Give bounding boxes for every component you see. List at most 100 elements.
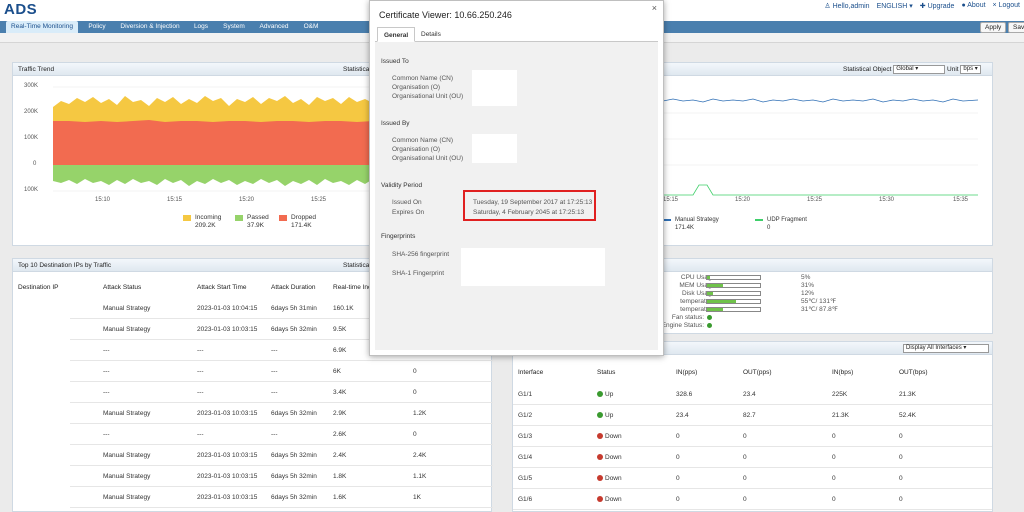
table-row[interactable]: Manual Strategy 2023-01-03 10:03:15 6days … — [70, 403, 493, 424]
language-select[interactable]: ENGLISH ▾ — [877, 2, 913, 10]
cell-extra: 0 — [413, 368, 417, 375]
legend-dropped[interactable]: Dropped 171.4K — [279, 214, 316, 230]
nav-policy[interactable]: Policy — [82, 21, 112, 33]
x-tick: 15:10 — [95, 197, 111, 203]
tab-general[interactable]: General — [377, 27, 416, 42]
table-row[interactable]: G1/6 Down 0 0 0 0 — [513, 489, 992, 510]
cell-out-pps: 0 — [743, 433, 747, 440]
col-in-bps[interactable]: IN(bps) — [832, 367, 853, 379]
cell-status: Manual Strategy — [103, 473, 151, 480]
cell-start: --- — [197, 368, 204, 375]
table-row[interactable]: G1/1 Up 328.6 23.4 225K 21.3K — [513, 384, 992, 405]
cell-out-pps: 0 — [743, 475, 747, 482]
col-out-bps[interactable]: OUT(bps) — [899, 367, 928, 379]
cell-status: Down — [605, 475, 622, 482]
legend-udp-fragment[interactable]: UDP Fragment 0 — [755, 216, 807, 232]
col-destination-ip[interactable]: Destination IP — [18, 282, 58, 294]
cell-status: Down — [605, 496, 622, 503]
cell-in-pps: 0 — [676, 475, 680, 482]
table-row[interactable]: G1/3 Down 0 0 0 0 — [513, 426, 992, 447]
legend-manual-strategy[interactable]: Manual Strategy 171.4K — [663, 216, 719, 232]
user-menu[interactable]: ♙ Hello,admin — [824, 2, 869, 10]
cell-incoming: 6K — [333, 368, 341, 375]
cell-out-bps: 0 — [899, 433, 903, 440]
table-row[interactable]: Manual Strategy 2023-01-03 10:03:15 6days … — [70, 466, 493, 487]
issued-to-ou-label: Organisational Unit (OU) — [392, 93, 464, 100]
about-link[interactable]: ● About — [961, 2, 985, 10]
close-icon[interactable]: × — [652, 3, 657, 13]
temp2-bar — [706, 307, 761, 312]
cell-out-pps: 23.4 — [743, 391, 756, 398]
stat-object-control: Statistical Object Global ▾ Unit bps ▾ — [843, 63, 981, 76]
nav-logs[interactable]: Logs — [188, 21, 214, 33]
col-interface[interactable]: Interface — [518, 367, 543, 379]
col-status[interactable]: Status — [597, 367, 615, 379]
issued-by-values-redacted — [472, 134, 517, 163]
nav-advanced[interactable]: Advanced — [254, 21, 294, 33]
cell-in-pps: 23.4 — [676, 412, 689, 419]
x-tick: 15:30 — [879, 197, 895, 203]
cell-interface: G1/6 — [518, 496, 533, 503]
legend-swatch — [235, 215, 243, 221]
table-row[interactable]: --- --- --- 6K 0 — [70, 361, 493, 382]
legend-swatch — [663, 219, 671, 221]
issued-by-heading: Issued By — [381, 120, 410, 127]
temp1-bar — [706, 299, 761, 304]
legend-passed[interactable]: Passed 37.9K — [235, 214, 269, 230]
traffic-trend-title: Traffic Trend — [18, 66, 55, 73]
interface-filter-select[interactable]: Display All Interfaces ▾ — [903, 344, 989, 353]
cell-incoming: 160.1K — [333, 305, 354, 312]
table-row[interactable]: G1/5 Down 0 0 0 0 — [513, 468, 992, 489]
col-realtime-incoming[interactable]: Real-time Inc — [333, 282, 371, 294]
nav-system[interactable]: System — [218, 21, 250, 33]
logout-link[interactable]: × Logout — [993, 2, 1020, 10]
attack-trend-chart — [663, 98, 978, 196]
upgrade-label: Upgrade — [927, 3, 955, 10]
col-in-pps[interactable]: IN(pps) — [676, 367, 697, 379]
cell-interface: G1/5 — [518, 475, 533, 482]
stat-object-select[interactable]: Global ▾ — [893, 64, 946, 74]
table-row[interactable]: Manual Strategy 2023-01-03 10:03:15 6days … — [70, 445, 493, 466]
cell-extra: 1.2K — [413, 410, 427, 417]
cell-incoming: 9.5K — [333, 326, 347, 333]
issued-to-o-label: Organisation (O) — [392, 84, 441, 91]
col-attack-status[interactable]: Attack Status — [103, 282, 141, 294]
disk-bar — [706, 291, 761, 296]
cell-incoming: 3.4K — [333, 389, 347, 396]
cell-out-pps: 0 — [743, 454, 747, 461]
save-button[interactable]: Save — [1008, 22, 1024, 33]
table-row[interactable]: --- --- --- 3.4K 0 — [70, 382, 493, 403]
col-out-pps[interactable]: OUT(pps) — [743, 367, 772, 379]
cell-status: --- — [103, 389, 110, 396]
table-row[interactable]: Manual Strategy 2023-01-03 10:03:15 6days … — [70, 487, 493, 508]
col-attack-duration[interactable]: Attack Duration — [271, 282, 315, 294]
col-attack-start[interactable]: Attack Start Time — [197, 282, 247, 294]
issued-on-label: Issued On — [392, 199, 422, 206]
unit-select[interactable]: bps ▾ — [960, 64, 981, 74]
cell-duration: 6days 5h 32min — [271, 326, 317, 333]
top-ips-title: Top 10 Destination IPs by Traffic — [18, 262, 112, 269]
table-row[interactable]: G1/2 Up 23.4 82.7 21.3K 52.4K — [513, 405, 992, 426]
cell-in-pps: 0 — [676, 433, 680, 440]
upgrade-link[interactable]: ✚ Upgrade — [920, 2, 955, 10]
cell-start: 2023-01-03 10:03:15 — [197, 473, 258, 480]
temp2-value: 31℃/ 87.8℉ — [801, 306, 838, 313]
cell-out-pps: 0 — [743, 496, 747, 503]
legend-value: 209.2K — [195, 222, 216, 229]
cell-duration: 6days 5h 31min — [271, 305, 317, 312]
legend-incoming[interactable]: Incoming 209.2K — [183, 214, 221, 230]
cell-extra: 0 — [413, 389, 417, 396]
cell-duration: 6days 5h 32min — [271, 494, 317, 501]
nav-diversion-injection[interactable]: Diversion & Injection — [114, 21, 186, 33]
fingerprint-values-redacted — [461, 248, 605, 286]
cell-status: Manual Strategy — [103, 494, 151, 501]
table-row[interactable]: --- --- --- 2.6K 0 — [70, 424, 493, 445]
legend-value: 171.4K — [675, 225, 695, 231]
table-row[interactable]: G1/4 Down 0 0 0 0 — [513, 447, 992, 468]
about-label: About — [967, 2, 986, 9]
status-up-icon — [597, 391, 603, 398]
tab-details[interactable]: Details — [415, 27, 447, 42]
nav-real-time-monitoring[interactable]: Real-Time Monitoring — [6, 21, 78, 33]
apply-button[interactable]: Apply — [980, 22, 1007, 33]
nav-om[interactable]: O&M — [298, 21, 324, 33]
